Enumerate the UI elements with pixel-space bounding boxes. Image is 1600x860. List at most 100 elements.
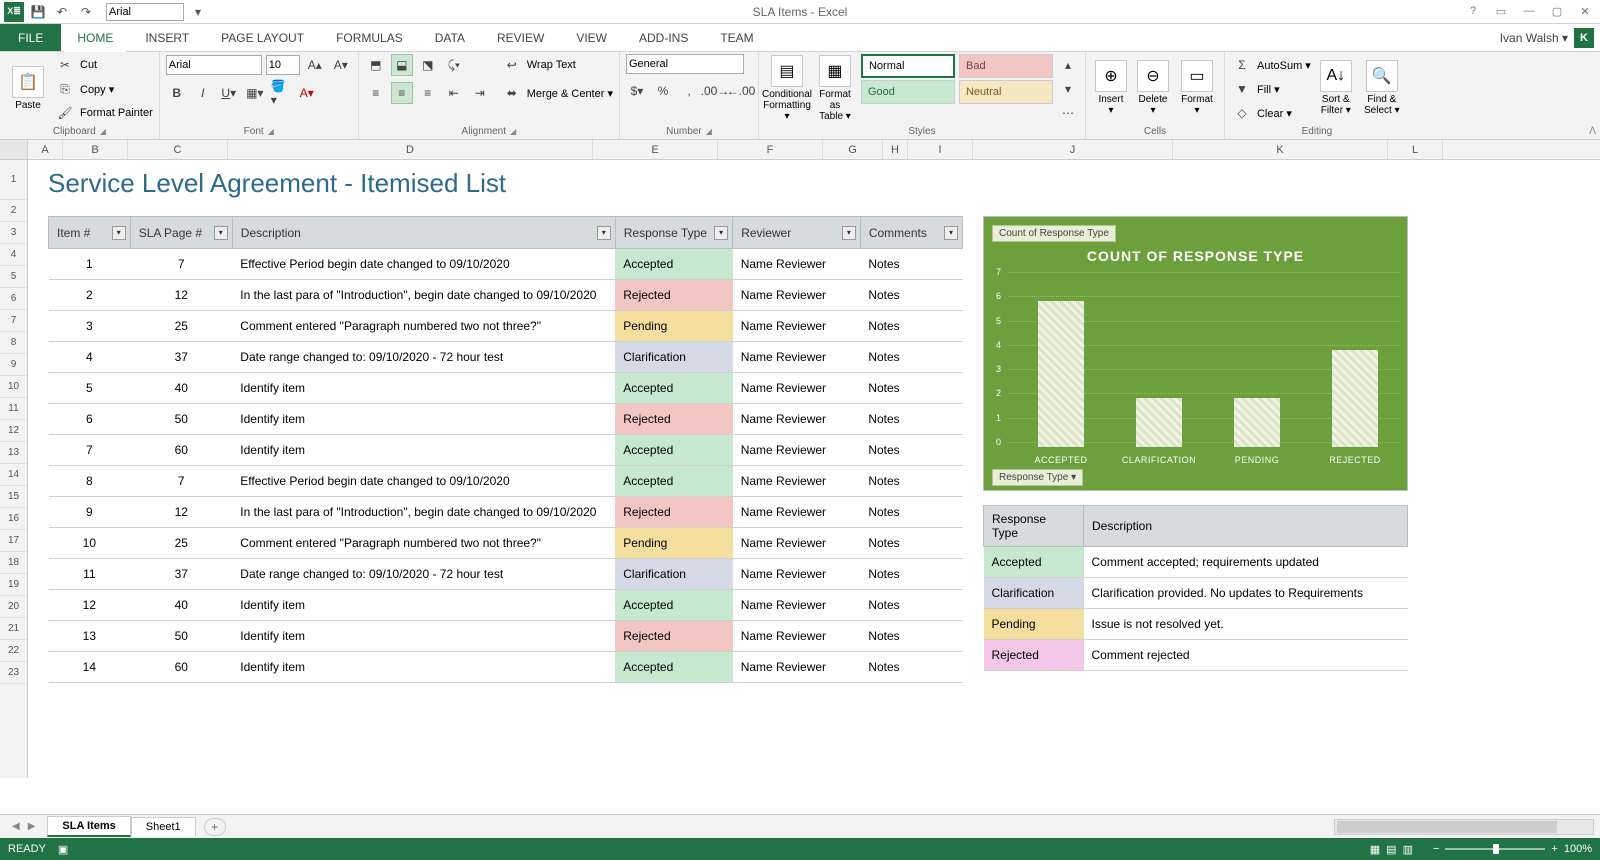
italic-icon[interactable]: I <box>192 82 214 104</box>
accounting-icon[interactable]: $▾ <box>626 80 648 102</box>
border-icon[interactable]: ▦▾ <box>244 82 266 104</box>
sla-header[interactable]: Comments▾ <box>860 217 962 249</box>
row-header-10[interactable]: 10 <box>0 376 27 398</box>
row-header-17[interactable]: 17 <box>0 530 27 552</box>
styles-more-icon[interactable]: ⋯ <box>1057 102 1079 124</box>
row-header-1[interactable]: 1 <box>0 160 27 200</box>
row-header-7[interactable]: 7 <box>0 310 27 332</box>
minimize-icon[interactable]: — <box>1520 5 1538 18</box>
zoom-slider[interactable] <box>1445 848 1545 850</box>
bold-icon[interactable]: B <box>166 82 188 104</box>
underline-icon[interactable]: U▾ <box>218 82 240 104</box>
tab-addins[interactable]: ADD-INS <box>623 24 704 51</box>
table-row[interactable]: 1350Identify itemRejectedName ReviewerNo… <box>49 621 963 652</box>
format-painter-label[interactable]: Format Painter <box>80 107 153 119</box>
row-header-15[interactable]: 15 <box>0 486 27 508</box>
col-header-D[interactable]: D <box>228 140 593 159</box>
col-header-G[interactable]: G <box>823 140 883 159</box>
row-header-11[interactable]: 11 <box>0 398 27 420</box>
chart-bar[interactable] <box>1038 301 1084 447</box>
maximize-icon[interactable]: ▢ <box>1548 5 1566 18</box>
cell-style-neutral[interactable]: Neutral <box>959 80 1053 104</box>
col-header-B[interactable]: B <box>63 140 128 159</box>
row-header-14[interactable]: 14 <box>0 464 27 486</box>
sheet-next-icon[interactable]: ▶ <box>28 821 36 832</box>
table-row[interactable]: 1025Comment entered "Paragraph numbered … <box>49 528 963 559</box>
tab-team[interactable]: TEAM <box>704 24 769 51</box>
find-select-button[interactable]: 🔍Find & Select ▾ <box>1361 54 1403 122</box>
insert-cells-button[interactable]: ⊕Insert ▾ <box>1092 54 1130 122</box>
autosum-label[interactable]: AutoSum ▾ <box>1257 59 1311 72</box>
help-icon[interactable]: ? <box>1464 5 1482 18</box>
sla-header[interactable]: Response Type▾ <box>615 217 732 249</box>
align-middle-icon[interactable]: ⬓ <box>391 54 413 76</box>
horizontal-scrollbar[interactable] <box>1334 819 1594 835</box>
redo-icon[interactable]: ↷ <box>76 2 96 22</box>
styles-down-icon[interactable]: ▾ <box>1057 78 1079 100</box>
filter-icon[interactable]: ▾ <box>112 226 126 240</box>
qat-customize-icon[interactable]: ▾ <box>188 2 208 22</box>
format-as-table-button[interactable]: ▦Format as Table ▾ <box>813 54 857 122</box>
chart-bar[interactable] <box>1234 398 1280 447</box>
table-row[interactable]: 912In the last para of "Introduction", b… <box>49 497 963 528</box>
format-cells-button[interactable]: ▭Format ▾ <box>1176 54 1218 122</box>
wrap-text-label[interactable]: Wrap Text <box>527 59 576 71</box>
chart-field-badge[interactable]: Count of Response Type <box>992 225 1116 242</box>
cell-style-good[interactable]: Good <box>861 80 955 104</box>
align-left-icon[interactable]: ≡ <box>365 82 387 104</box>
font-color-icon[interactable]: A▾ <box>296 82 318 104</box>
view-normal-icon[interactable]: ▦ <box>1370 843 1380 856</box>
format-painter-icon[interactable]: 🖌 <box>54 102 76 124</box>
cell-style-bad[interactable]: Bad <box>959 54 1053 78</box>
number-format-select[interactable] <box>626 54 744 74</box>
chart-axis-badge[interactable]: Response Type ▾ <box>992 469 1083 486</box>
orientation-icon[interactable]: ⤹▾ <box>443 54 465 76</box>
col-header-F[interactable]: F <box>718 140 823 159</box>
increase-decimal-icon[interactable]: .00→ <box>704 80 726 102</box>
paste-button[interactable]: 📋 Paste <box>6 54 50 122</box>
delete-cells-button[interactable]: ⊖Delete ▾ <box>1134 54 1172 122</box>
row-header-2[interactable]: 2 <box>0 200 27 222</box>
zoom-out-icon[interactable]: − <box>1433 843 1439 855</box>
close-icon[interactable]: ✕ <box>1576 5 1594 18</box>
row-header-3[interactable]: 3 <box>0 222 27 244</box>
row-header-18[interactable]: 18 <box>0 552 27 574</box>
row-header-6[interactable]: 6 <box>0 288 27 310</box>
filter-icon[interactable]: ▾ <box>214 226 228 240</box>
table-row[interactable]: 1137Date range changed to: 09/10/2020 - … <box>49 559 963 590</box>
col-header-J[interactable]: J <box>973 140 1173 159</box>
col-header-L[interactable]: L <box>1388 140 1443 159</box>
macro-record-icon[interactable]: ▣ <box>58 843 68 856</box>
undo-icon[interactable]: ↶ <box>52 2 72 22</box>
align-bottom-icon[interactable]: ⬔ <box>417 54 439 76</box>
tab-file[interactable]: FILE <box>0 24 61 51</box>
decrease-font-icon[interactable]: A▾ <box>330 54 352 76</box>
increase-indent-icon[interactable]: ⇥ <box>469 82 491 104</box>
table-row[interactable]: 437Date range changed to: 09/10/2020 - 7… <box>49 342 963 373</box>
sheet-add-button[interactable]: + <box>204 818 226 836</box>
sla-header[interactable]: Description▾ <box>232 217 615 249</box>
copy-icon[interactable]: ⎘ <box>54 78 76 100</box>
wrap-text-icon[interactable]: ↩ <box>501 54 523 76</box>
filter-icon[interactable]: ▾ <box>944 226 958 240</box>
filter-icon[interactable]: ▾ <box>714 226 728 240</box>
row-header-4[interactable]: 4 <box>0 244 27 266</box>
sla-header[interactable]: SLA Page #▾ <box>130 217 232 249</box>
comma-icon[interactable]: , <box>678 80 700 102</box>
tab-home[interactable]: HOME <box>61 24 129 51</box>
decrease-indent-icon[interactable]: ⇤ <box>443 82 465 104</box>
col-header-H[interactable]: H <box>883 140 908 159</box>
filter-icon[interactable]: ▾ <box>842 226 856 240</box>
row-header-21[interactable]: 21 <box>0 618 27 640</box>
filter-icon[interactable]: ▾ <box>597 226 611 240</box>
clear-label[interactable]: Clear ▾ <box>1257 107 1292 120</box>
zoom-value[interactable]: 100% <box>1564 843 1592 855</box>
conditional-formatting-button[interactable]: ▤Conditional Formatting ▾ <box>765 54 809 122</box>
styles-up-icon[interactable]: ▴ <box>1057 54 1079 76</box>
col-header-K[interactable]: K <box>1173 140 1388 159</box>
font-size-select[interactable] <box>266 55 300 75</box>
row-header-8[interactable]: 8 <box>0 332 27 354</box>
chart-bar[interactable] <box>1136 398 1182 447</box>
tab-data[interactable]: DATA <box>419 24 481 51</box>
chart[interactable]: Count of Response Type COUNT OF RESPONSE… <box>983 216 1408 491</box>
